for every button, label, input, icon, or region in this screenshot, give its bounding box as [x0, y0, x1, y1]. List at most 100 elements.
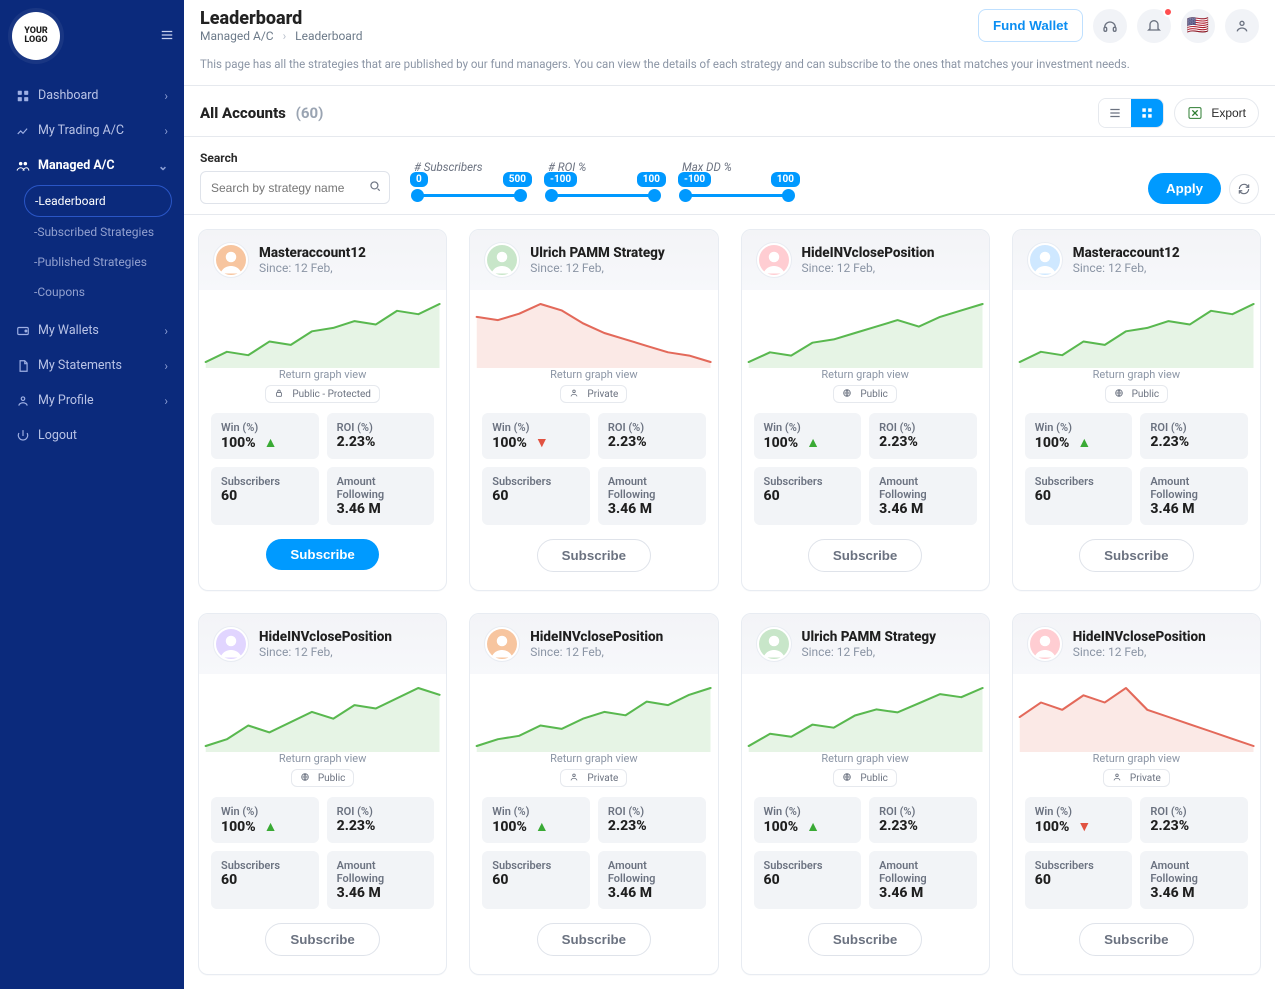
search-input[interactable]	[209, 180, 368, 196]
slider-max-dd[interactable]: Max DD % -100 100	[682, 160, 792, 204]
win-value: 100% ▲	[764, 818, 852, 835]
slider-handle-max[interactable]	[648, 189, 661, 202]
subscribe-button[interactable]: Subscribe	[808, 539, 922, 572]
brand-logo[interactable]: YOUR LOGO	[12, 12, 60, 60]
fund-wallet-button[interactable]: Fund Wallet	[978, 9, 1083, 42]
sidebar-item-dashboard[interactable]: Dashboard ›	[6, 78, 178, 113]
win-value: 100% ▲	[764, 434, 852, 451]
avatar	[1027, 626, 1063, 662]
topbar: Leaderboard Managed A/C › Leaderboard Fu…	[184, 0, 1275, 49]
sidebar-item-statements[interactable]: My Statements ›	[6, 348, 178, 383]
language-flag-icon[interactable]: 🇺🇸	[1181, 9, 1215, 43]
roi-label: ROI (%)	[1150, 805, 1238, 818]
arrow-down-icon: ▼	[535, 434, 549, 451]
slider-handle-min[interactable]	[545, 189, 558, 202]
amount-following-label: Amount Following	[608, 475, 696, 501]
refresh-button[interactable]	[1229, 174, 1259, 204]
amount-following-value: 3.46 M	[337, 501, 425, 517]
card-title: Ulrich PAMM Strategy	[802, 629, 937, 645]
support-icon[interactable]	[1093, 9, 1127, 43]
apply-button[interactable]: Apply	[1148, 173, 1221, 204]
card-title: HideINVclosePosition	[530, 629, 663, 645]
roi-value: 2.23%	[337, 434, 425, 450]
return-graph-label: Return graph view	[742, 368, 989, 381]
win-label: Win (%)	[764, 421, 852, 434]
card-title: HideINVclosePosition	[802, 245, 935, 261]
globe-icon	[842, 772, 854, 784]
privacy-badge: Private	[560, 769, 627, 787]
subscribers-label: Subscribers	[492, 859, 580, 872]
page-description: This page has all the strategies that ar…	[184, 49, 1275, 86]
subscribe-button[interactable]: Subscribe	[537, 923, 651, 956]
sidebar-sub-published[interactable]: -Published Strategies	[24, 247, 172, 277]
roi-label: ROI (%)	[337, 421, 425, 434]
subscribers-label: Subscribers	[492, 475, 580, 488]
subscribers-value: 60	[221, 488, 309, 504]
notifications-icon[interactable]	[1137, 9, 1171, 43]
subscribers-label: Subscribers	[764, 859, 852, 872]
privacy-badge: Public	[291, 769, 355, 787]
privacy-badge: Public	[1105, 385, 1169, 403]
sidebar-item-trading-ac[interactable]: My Trading A/C ›	[6, 113, 178, 148]
slider-roi[interactable]: # ROI % -100 100	[548, 160, 658, 204]
privacy-badge: Private	[1103, 769, 1170, 787]
win-value: 100% ▼	[1035, 818, 1123, 835]
sidebar-sub-subscribed[interactable]: -Subscribed Strategies	[24, 217, 172, 247]
account-avatar-icon[interactable]	[1225, 9, 1259, 43]
slider-handle-max[interactable]	[782, 189, 795, 202]
sidebar-item-wallets[interactable]: My Wallets ›	[6, 313, 178, 348]
subscribers-value: 60	[764, 872, 852, 888]
win-label: Win (%)	[764, 805, 852, 818]
subscribers-value: 60	[492, 872, 580, 888]
subscribe-button[interactable]: Subscribe	[537, 539, 651, 572]
return-sparkline	[1013, 290, 1260, 376]
card-since: Since: 12 Feb,	[802, 645, 937, 659]
card-since: Since: 12 Feb,	[802, 261, 935, 275]
win-value: 100% ▲	[1035, 434, 1123, 451]
view-toggle	[1098, 98, 1164, 128]
arrow-up-icon: ▲	[1077, 434, 1091, 451]
subscribe-button[interactable]: Subscribe	[266, 539, 378, 570]
slider-subscribers[interactable]: # Subscribers 0 500	[414, 160, 524, 204]
sidebar-item-logout[interactable]: Logout	[6, 418, 178, 453]
logout-icon	[16, 429, 30, 443]
slider-handle-min[interactable]	[679, 189, 692, 202]
roi-value: 2.23%	[879, 434, 967, 450]
chevron-down-icon: ⌄	[158, 159, 168, 173]
subscribe-button[interactable]: Subscribe	[1079, 923, 1193, 956]
filters-row: Search # Subscribers 0 500	[184, 137, 1275, 215]
chevron-right-icon: ›	[164, 394, 168, 408]
sidebar-sub-coupons[interactable]: -Coupons	[24, 277, 172, 307]
win-value: 100% ▲	[221, 434, 309, 451]
notification-dot	[1163, 7, 1173, 17]
amount-following-value: 3.46 M	[1150, 885, 1238, 901]
slider-handle-min[interactable]	[411, 189, 424, 202]
card-title: Masteraccount12	[259, 245, 366, 261]
roi-value: 2.23%	[1150, 434, 1238, 450]
people-icon	[16, 159, 30, 173]
export-button[interactable]: Export	[1174, 98, 1259, 128]
subscribe-button[interactable]: Subscribe	[808, 923, 922, 956]
subscribe-button[interactable]: Subscribe	[265, 923, 379, 956]
breadcrumb-a[interactable]: Managed A/C	[200, 29, 274, 43]
roi-label: ROI (%)	[1150, 421, 1238, 434]
cards-grid: Masteraccount12 Since: 12 Feb, Return gr…	[184, 215, 1275, 989]
sidebar-sub-leaderboard[interactable]: -Leaderboard	[24, 185, 172, 217]
card-since: Since: 12 Feb,	[259, 645, 392, 659]
search-icon[interactable]	[368, 178, 382, 197]
list-view-button[interactable]	[1099, 99, 1131, 127]
win-label: Win (%)	[221, 421, 309, 434]
subscribe-button[interactable]: Subscribe	[1079, 539, 1193, 572]
sidebar-item-profile[interactable]: My Profile ›	[6, 383, 178, 418]
subscribers-label: Subscribers	[221, 475, 309, 488]
user-icon	[1112, 772, 1124, 784]
slider-handle-max[interactable]	[514, 189, 527, 202]
menu-toggle-icon[interactable]	[160, 27, 174, 46]
search-label: Search	[200, 151, 390, 165]
card-since: Since: 12 Feb,	[1073, 645, 1206, 659]
slider-track	[414, 194, 524, 197]
sidebar-item-managed-ac[interactable]: Managed A/C ⌄	[6, 148, 178, 183]
roi-label: ROI (%)	[879, 805, 967, 818]
arrow-up-icon: ▲	[535, 818, 549, 835]
grid-view-button[interactable]	[1131, 99, 1163, 127]
